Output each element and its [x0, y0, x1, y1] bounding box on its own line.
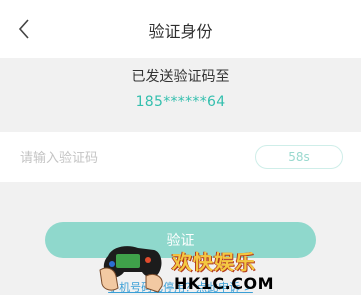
resend-countdown-button[interactable]: 58s [255, 145, 343, 169]
verification-code-input[interactable] [18, 140, 242, 176]
verify-button[interactable]: 验证 [45, 222, 316, 258]
page-title: 验证身份 [148, 22, 213, 41]
verify-identity-screen: 验证身份 已发送验证码至 185******64 58s 验证 手机号码已停用？… [0, 0, 361, 295]
masked-phone-number: 185******64 [135, 94, 226, 110]
code-input-row: 58s [0, 132, 361, 182]
code-sent-text: 已发送验证码至 [131, 69, 230, 85]
nav-bar: 验证身份 [0, 0, 361, 58]
phone-unavailable-link[interactable]: 手机号码已停用？点此申诉 > [0, 279, 361, 295]
